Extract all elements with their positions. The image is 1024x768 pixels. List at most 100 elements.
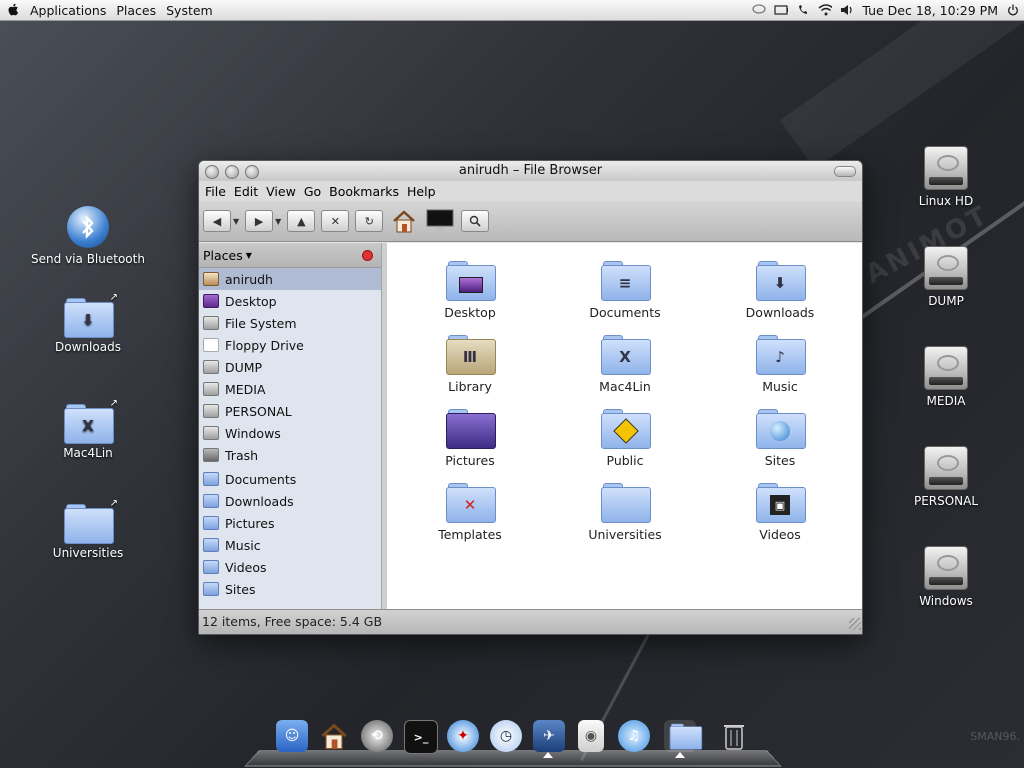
close-sidebar-button[interactable] <box>362 250 373 261</box>
sidebar-item-windows[interactable]: Windows <box>199 422 381 444</box>
sidebar-item-downloads[interactable]: Downloads <box>199 490 381 512</box>
folder-music[interactable]: ♪ Music <box>720 335 840 394</box>
up-button[interactable]: ▲ <box>287 210 316 232</box>
sidebar-item-music[interactable]: Music <box>199 534 381 556</box>
desktop-icon-mac4lin[interactable]: ↗ X Mac4Lin <box>28 398 148 460</box>
dock-terminal-icon[interactable]: >_ <box>404 720 438 754</box>
folder-label: Videos <box>759 527 801 542</box>
forward-history-dropdown[interactable]: ▼ <box>275 217 281 226</box>
sidebar-item-documents[interactable]: Documents <box>199 468 381 490</box>
desktop-folder-icon <box>446 261 496 301</box>
menu-places[interactable]: Places <box>116 3 156 18</box>
desktop-icon-send-via-bluetooth[interactable]: Send via Bluetooth <box>28 206 148 266</box>
menu-system[interactable]: System <box>166 3 213 18</box>
search-button[interactable] <box>461 210 490 232</box>
sidebar-item-desktop[interactable]: Desktop <box>199 290 381 312</box>
dock-preview-icon[interactable]: ✈ <box>533 720 565 752</box>
menu-help[interactable]: Help <box>407 184 436 199</box>
sidebar-item-dump[interactable]: DUMP <box>199 356 381 378</box>
sidebar-item-personal[interactable]: PERSONAL <box>199 400 381 422</box>
dock-finder-icon[interactable]: ☺ <box>276 720 308 752</box>
menu-applications[interactable]: Applications <box>30 3 106 18</box>
documents-folder-icon: ≡ <box>601 261 651 301</box>
sidebar-item-media[interactable]: MEDIA <box>199 378 381 400</box>
dock-itunes-icon[interactable]: ♫ <box>618 720 650 752</box>
minimize-window-button[interactable] <box>225 165 239 179</box>
computer-button[interactable] <box>425 206 455 236</box>
folder-videos[interactable]: ▣ Videos <box>720 483 840 542</box>
file-view: Desktop ≡ Documents ⬇ Downloads Ⅲ Librar… <box>387 243 862 609</box>
menu-go[interactable]: Go <box>304 184 321 199</box>
hard-drive-icon <box>924 146 968 190</box>
places-sidebar: Places ▼ anirudh Desktop File System Flo… <box>199 243 382 609</box>
folder-sites[interactable]: Sites <box>720 409 840 468</box>
desktop-icon-label: MEDIA <box>926 394 966 408</box>
toolbar-toggle-button[interactable] <box>834 166 856 177</box>
folder-universities[interactable]: Universities <box>565 483 685 542</box>
chevron-down-icon: ▼ <box>245 250 252 260</box>
close-window-button[interactable] <box>205 165 219 179</box>
forward-button[interactable]: ▶ <box>245 210 274 232</box>
sidebar-item-file-system[interactable]: File System <box>199 312 381 334</box>
folder-mac4lin[interactable]: X Mac4Lin <box>565 335 685 394</box>
folder-downloads[interactable]: ⬇ Downloads <box>720 261 840 320</box>
sidebar-item-anirudh[interactable]: anirudh <box>199 268 381 290</box>
pictures-folder-icon <box>446 409 496 449</box>
title-bar[interactable]: anirudh – File Browser <box>199 161 862 181</box>
dock-clock-icon[interactable]: ◷ <box>490 720 522 752</box>
dock-home-icon[interactable] <box>318 720 350 752</box>
sidebar-item-videos[interactable]: Videos <box>199 556 381 578</box>
desktop-icon-downloads[interactable]: ↗ ⬇ Downloads <box>28 292 148 354</box>
dock-folder-icon[interactable] <box>664 720 703 752</box>
volume-icon[interactable] <box>840 3 854 17</box>
dock-trash-icon[interactable] <box>718 720 750 752</box>
desktop-icon-personal[interactable]: PERSONAL <box>886 446 1006 508</box>
sidebar-item-pictures[interactable]: Pictures <box>199 512 381 534</box>
folder-templates[interactable]: ✕ Templates <box>410 483 530 542</box>
folder-label: Universities <box>588 527 662 542</box>
top-panel: Applications Places System Tue Dec 18, 1… <box>0 0 1024 21</box>
stop-button[interactable]: ✕ <box>321 210 350 232</box>
folder-icon <box>601 483 651 523</box>
desktop-icon-dump[interactable]: DUMP <box>886 246 1006 308</box>
folder-icon <box>203 538 219 552</box>
folder-library[interactable]: Ⅲ Library <box>410 335 530 394</box>
back-history-dropdown[interactable]: ▼ <box>233 217 239 226</box>
folder-pictures[interactable]: Pictures <box>410 409 530 468</box>
folder-desktop[interactable]: Desktop <box>410 261 530 320</box>
folder-label: Templates <box>438 527 502 542</box>
sidebar-item-floppy-drive[interactable]: Floppy Drive <box>199 334 381 356</box>
battery-icon[interactable] <box>774 3 789 17</box>
folder-public[interactable]: Public <box>565 409 685 468</box>
maximize-window-button[interactable] <box>245 165 259 179</box>
home-button[interactable] <box>389 206 419 236</box>
folder-icon <box>64 504 114 544</box>
menu-file[interactable]: File <box>205 184 226 199</box>
folder-documents[interactable]: ≡ Documents <box>565 261 685 320</box>
menu-edit[interactable]: Edit <box>234 184 258 199</box>
desktop-icon-windows[interactable]: Windows <box>886 546 1006 608</box>
reload-button[interactable]: ↻ <box>355 210 384 232</box>
folder-icon <box>203 494 219 508</box>
phone-icon[interactable] <box>796 3 810 17</box>
wifi-icon[interactable] <box>818 3 833 17</box>
folder-icon <box>203 472 219 486</box>
back-button[interactable]: ◀ <box>203 210 231 232</box>
chat-bubble-icon[interactable] <box>752 3 766 17</box>
clock[interactable]: Tue Dec 18, 10:29 PM <box>862 3 998 18</box>
sidebar-header[interactable]: Places ▼ <box>199 243 381 268</box>
power-icon[interactable] <box>1006 3 1020 17</box>
menu-view[interactable]: View <box>266 184 296 199</box>
sidebar-item-sites[interactable]: Sites <box>199 578 381 600</box>
desktop-icon-media[interactable]: MEDIA <box>886 346 1006 408</box>
menu-bookmarks[interactable]: Bookmarks <box>329 184 399 199</box>
desktop-icon-linux-hd[interactable]: Linux HD <box>886 146 1006 208</box>
dock-time-machine-icon[interactable]: ⟲ <box>361 720 393 752</box>
toolbar: ◀ ▼ ▶ ▼ ▲ ✕ ↻ <box>199 201 862 242</box>
desktop-icon-universities[interactable]: ↗ Universities <box>28 498 148 560</box>
apple-logo-icon[interactable] <box>6 3 20 17</box>
dock-ipod-icon[interactable]: ◉ <box>578 720 604 752</box>
resize-grip[interactable] <box>849 618 861 630</box>
dock-safari-icon[interactable]: ✦ <box>447 720 479 752</box>
sidebar-item-trash[interactable]: Trash <box>199 444 381 466</box>
